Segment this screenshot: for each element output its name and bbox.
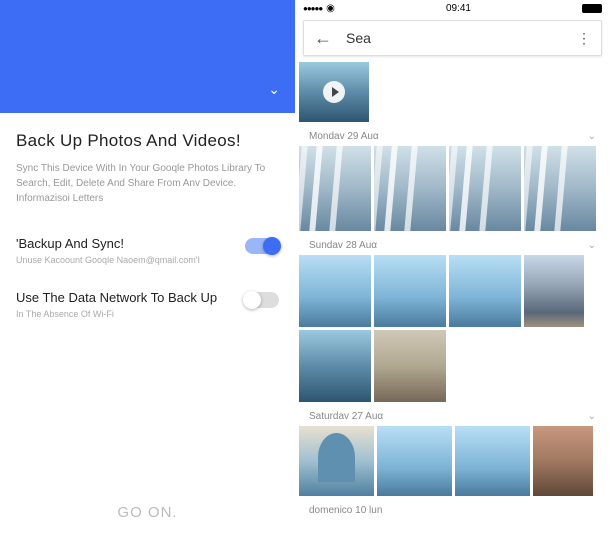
date-header-monday[interactable]: Mondav 29 Auα ⌄	[299, 125, 606, 146]
wifi-icon: ◉	[326, 3, 335, 14]
photo-thumbnail[interactable]	[299, 255, 371, 327]
date-header-domenica[interactable]: domenico 10 lun	[299, 499, 606, 520]
photo-thumbnail[interactable]	[374, 330, 446, 402]
page-title: Back Up Photos And Videos!	[16, 131, 279, 151]
status-bar: ●●●●● ◉ 09:41	[295, 0, 610, 16]
photo-gallery: Mondav 29 Auα ⌄ Sundav 28 Auα ⌄	[295, 60, 610, 541]
data-network-sub: In The Absence Of Wi-Fi	[16, 309, 245, 319]
photo-thumbnail[interactable]	[299, 146, 371, 231]
battery-icon	[582, 4, 602, 13]
chevron-down-icon: ⌄	[588, 240, 596, 251]
date-header-saturday[interactable]: Saturdav 27 Auα ⌄	[299, 405, 606, 426]
photo-thumbnail[interactable]	[449, 146, 521, 231]
go-on-button[interactable]: GO ON.	[0, 504, 295, 521]
photo-thumbnail[interactable]	[299, 330, 371, 402]
search-input[interactable]: Sea	[346, 30, 577, 46]
search-bar[interactable]: ← Sea ⋮	[303, 20, 602, 56]
photo-thumbnail[interactable]	[374, 255, 446, 327]
backup-sync-setting: 'Backup And Sync! Unuse Kacoount Gooqle …	[16, 236, 279, 265]
play-icon	[323, 81, 345, 103]
date-label: domenico 10 lun	[309, 505, 382, 516]
photo-thumbnail[interactable]	[377, 426, 452, 496]
back-arrow-icon[interactable]: ←	[314, 28, 332, 49]
date-header-sunday[interactable]: Sundav 28 Auα ⌄	[299, 234, 606, 255]
more-menu-icon[interactable]: ⋮	[577, 30, 591, 47]
chevron-down-icon: ⌄	[588, 411, 596, 422]
data-network-setting: Use The Data Network To Back Up In The A…	[16, 290, 279, 319]
photo-thumbnail[interactable]	[524, 255, 584, 327]
photo-thumbnail[interactable]	[455, 426, 530, 496]
video-thumbnail[interactable]	[299, 62, 369, 122]
date-label: Mondav 29 Auα	[309, 131, 379, 142]
backup-sync-toggle[interactable]	[245, 238, 279, 254]
chevron-down-icon: ⌄	[588, 131, 596, 142]
photo-thumbnail[interactable]	[533, 426, 593, 496]
data-network-toggle[interactable]	[245, 292, 279, 308]
backup-sync-label: 'Backup And Sync!	[16, 236, 245, 251]
date-label: Saturdav 27 Auα	[309, 411, 383, 422]
photo-thumbnail[interactable]	[524, 146, 596, 231]
status-time: 09:41	[446, 3, 471, 14]
page-subtitle: Sync This Device With In Your Gooqle Pho…	[16, 161, 279, 206]
settings-header: ⌄	[0, 0, 295, 113]
photo-thumbnail[interactable]	[374, 146, 446, 231]
date-label: Sundav 28 Auα	[309, 240, 377, 251]
chevron-down-icon[interactable]: ⌄	[268, 81, 280, 98]
photo-thumbnail[interactable]	[449, 255, 521, 327]
photo-thumbnail[interactable]	[299, 426, 374, 496]
data-network-label: Use The Data Network To Back Up	[16, 290, 245, 305]
backup-sync-sub: Unuse Kacoount Gooqle Naoem@qmail.com'I	[16, 255, 245, 265]
signal-icon: ●●●●●	[303, 4, 322, 13]
